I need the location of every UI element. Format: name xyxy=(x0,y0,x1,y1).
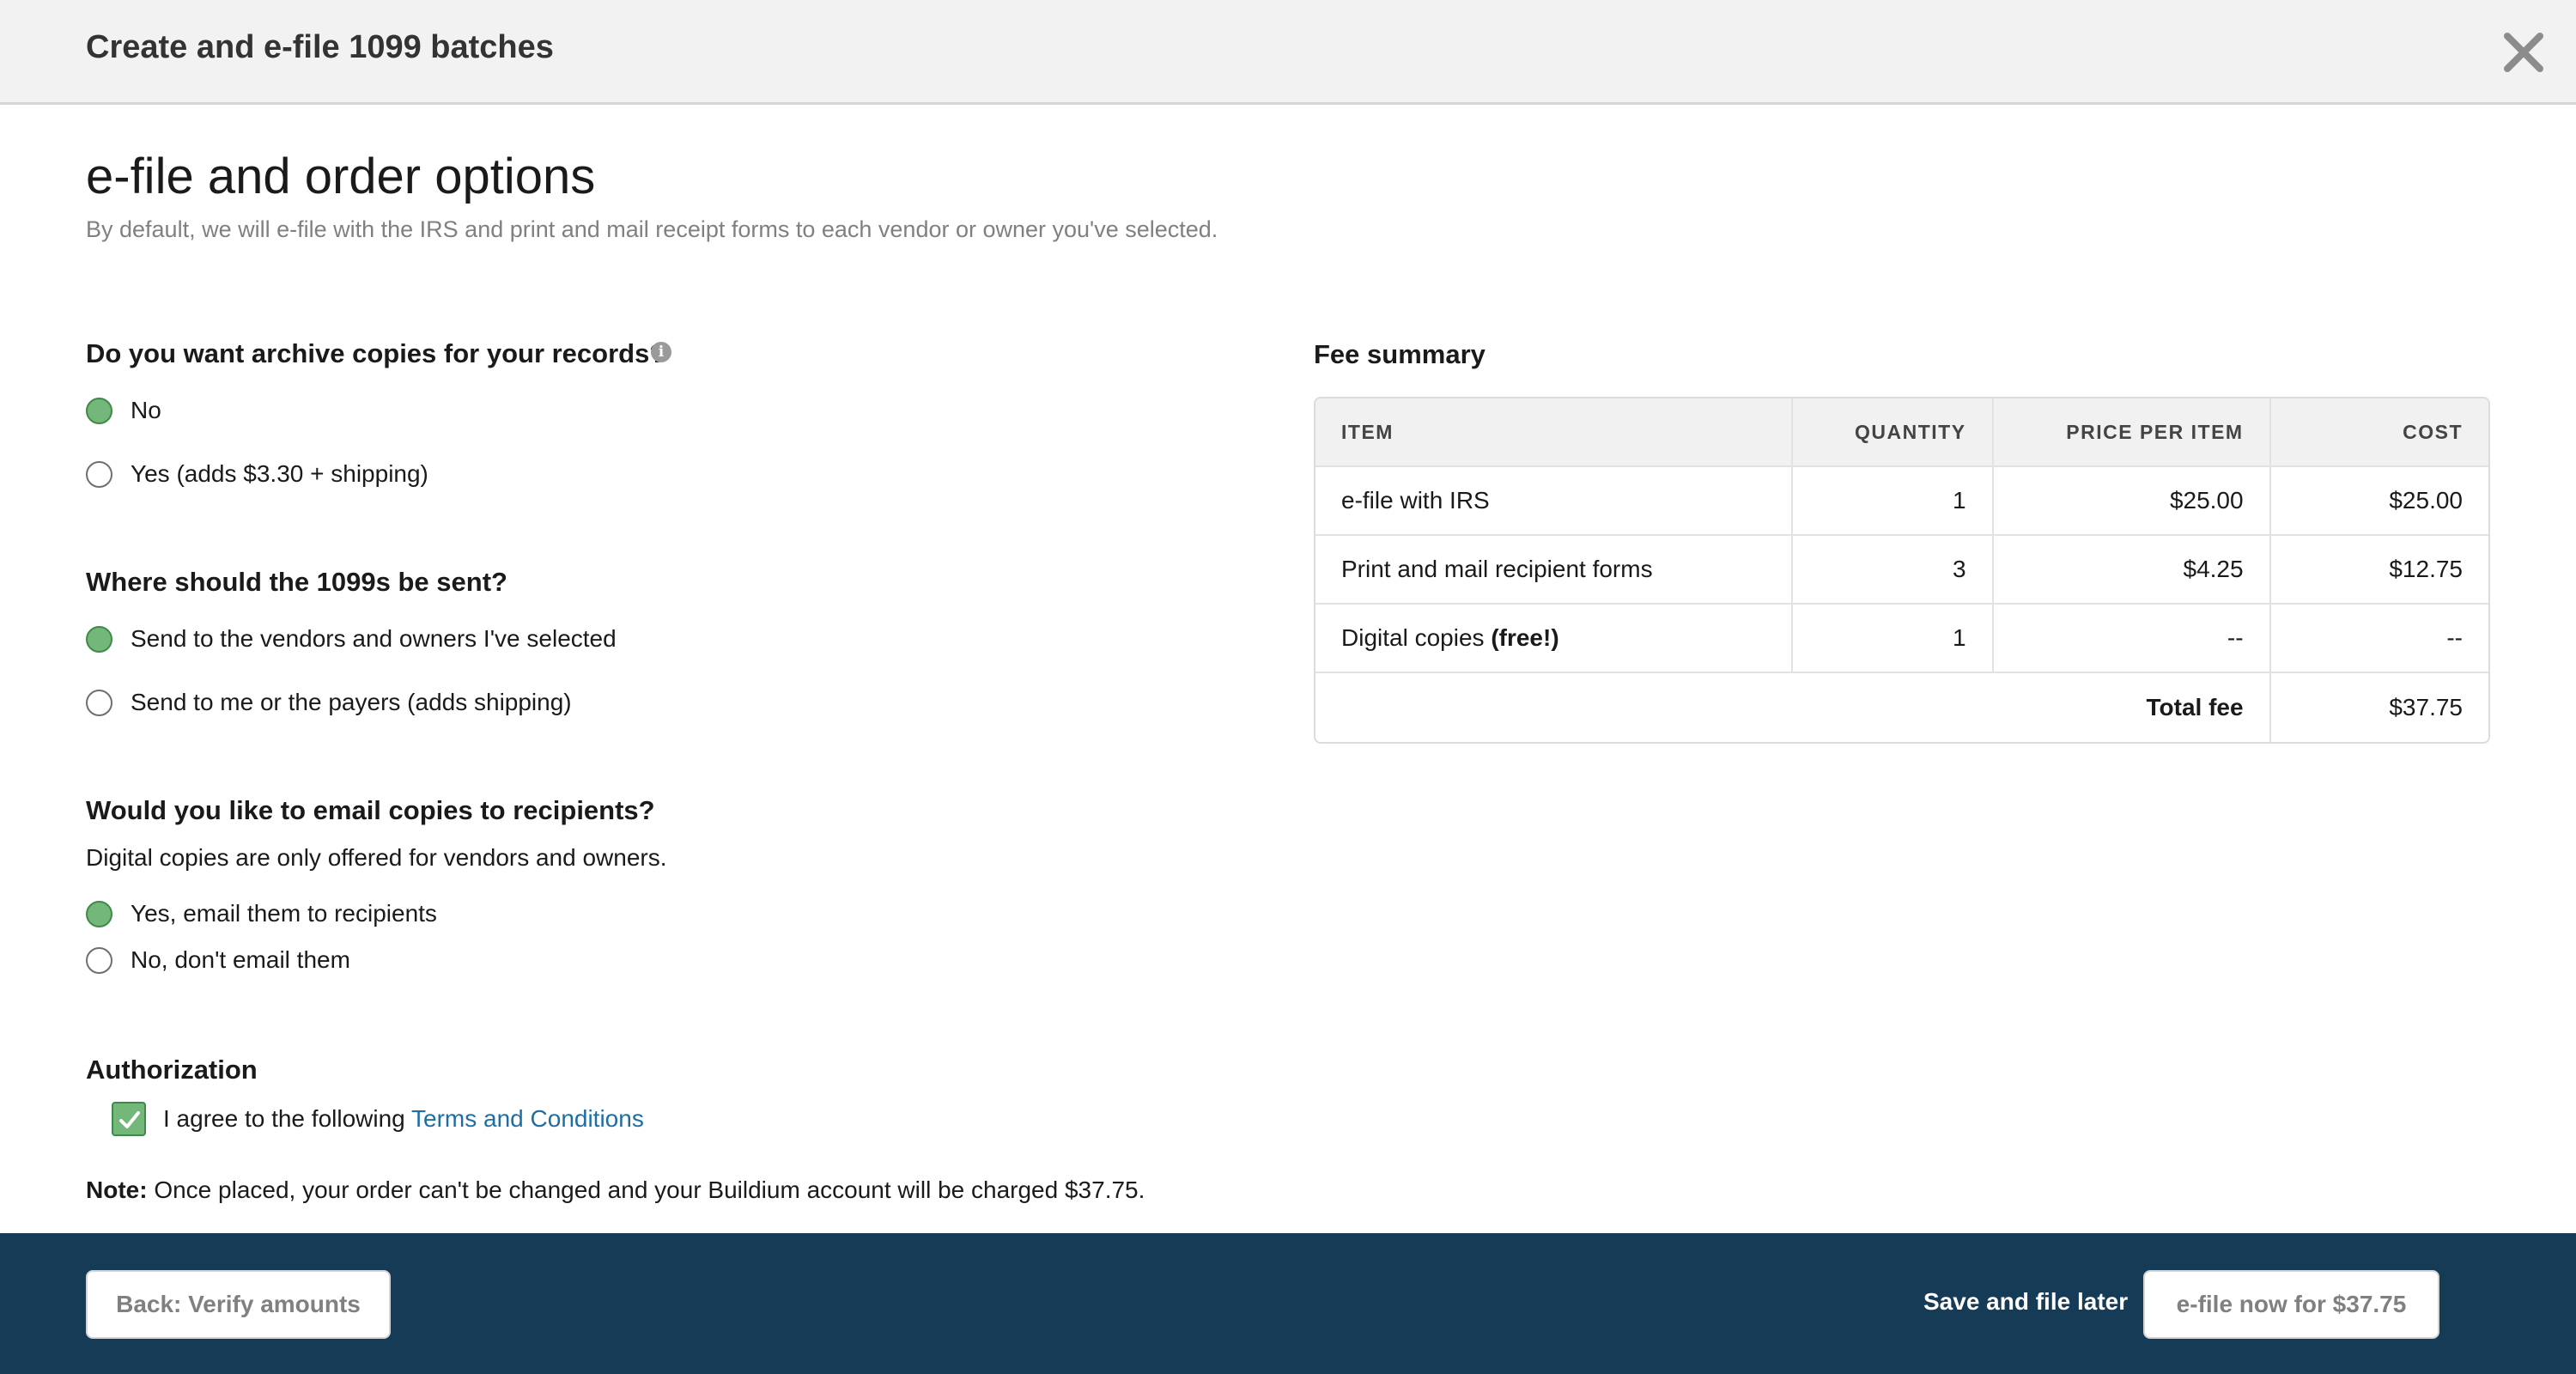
total-row: Total fee $37.75 xyxy=(1315,673,2488,742)
price-cell: $25.00 xyxy=(1993,467,2271,536)
item-cell: e-file with IRS xyxy=(1315,467,1793,536)
radio-unchecked-icon[interactable] xyxy=(86,689,112,716)
terms-label: I agree to the following Terms and Condi… xyxy=(163,1105,644,1133)
table-row: e-file with IRS 1 $25.00 $25.00 xyxy=(1315,467,2488,536)
back-button[interactable]: Back: Verify amounts xyxy=(86,1270,391,1339)
archive-question: Do you want archive copies for your reco… xyxy=(86,338,666,368)
email-question: Would you like to email copies to recipi… xyxy=(86,795,655,825)
modal-footer: Back: Verify amounts Save and file later… xyxy=(0,1233,2576,1374)
delivery-option-payers[interactable]: Send to me or the payers (adds shipping) xyxy=(86,685,572,720)
terms-agree-text: I agree to the following xyxy=(163,1105,405,1132)
radio-unchecked-icon[interactable] xyxy=(86,460,112,488)
radio-label: No xyxy=(131,397,161,423)
price-cell: $4.25 xyxy=(1993,536,2271,605)
cost-cell: $25.00 xyxy=(2270,467,2488,536)
cost-cell: -- xyxy=(2270,605,2488,673)
table-row: Digital copies (free!) 1 -- -- xyxy=(1315,605,2488,673)
modal-title: Create and e-file 1099 batches xyxy=(86,29,554,65)
radio-checked-icon[interactable] xyxy=(86,397,112,424)
total-label: Total fee xyxy=(1315,673,2271,742)
page-title: e-file and order options xyxy=(86,149,596,204)
efile-now-button[interactable]: e-file now for $37.75 xyxy=(2143,1270,2439,1339)
quantity-cell: 1 xyxy=(1792,605,1994,673)
radio-label: Send to the vendors and owners I've sele… xyxy=(131,625,617,652)
radio-unchecked-icon[interactable] xyxy=(86,946,112,974)
item-cell: Print and mail recipient forms xyxy=(1315,536,1793,605)
radio-label: Send to me or the payers (adds shipping) xyxy=(131,689,572,715)
terms-agreement: I agree to the following Terms and Condi… xyxy=(112,1102,644,1136)
checkmark-icon xyxy=(119,1111,140,1128)
item-cell: Digital copies (free!) xyxy=(1315,605,1793,673)
authorization-title: Authorization xyxy=(86,1055,258,1085)
column-header-item: ITEM xyxy=(1315,398,1793,467)
fee-summary-table: ITEM QUANTITY PRICE PER ITEM COST e-file… xyxy=(1314,397,2490,744)
info-icon[interactable]: i xyxy=(651,342,671,362)
fee-summary-title: Fee summary xyxy=(1314,339,1485,369)
radio-label: No, don't email them xyxy=(131,946,350,973)
note-label: Note: xyxy=(86,1176,148,1203)
save-and-file-later-button[interactable]: Save and file later xyxy=(1923,1288,2128,1316)
radio-label: Yes (adds $3.30 + shipping) xyxy=(131,460,428,487)
terms-checkbox[interactable] xyxy=(112,1102,146,1136)
column-header-quantity: QUANTITY xyxy=(1792,398,1994,467)
page-subtitle: By default, we will e-file with the IRS … xyxy=(86,216,1218,242)
delivery-question: Where should the 1099s be sent? xyxy=(86,567,507,597)
total-value: $37.75 xyxy=(2389,694,2463,720)
radio-checked-icon[interactable] xyxy=(86,900,112,927)
email-helper-text: Digital copies are only offered for vend… xyxy=(86,844,667,871)
item-text: Digital copies xyxy=(1341,624,1492,651)
archive-option-yes[interactable]: Yes (adds $3.30 + shipping) xyxy=(86,457,428,491)
cost-cell: $12.75 xyxy=(2270,536,2488,605)
quantity-cell: 3 xyxy=(1792,536,1994,605)
column-header-price: PRICE PER ITEM xyxy=(1993,398,2271,467)
radio-label: Yes, email them to recipients xyxy=(131,900,437,927)
archive-option-no[interactable]: No xyxy=(86,393,161,428)
column-header-cost: COST xyxy=(2270,398,2488,467)
note-text: Once placed, your order can't be changed… xyxy=(154,1176,1145,1203)
table-row: Print and mail recipient forms 3 $4.25 $… xyxy=(1315,536,2488,605)
radio-checked-icon[interactable] xyxy=(86,625,112,653)
modal-header: Create and e-file 1099 batches xyxy=(0,0,2576,105)
free-tag: (free!) xyxy=(1491,624,1559,651)
email-option-no[interactable]: No, don't email them xyxy=(86,943,350,977)
close-icon[interactable] xyxy=(2500,29,2547,76)
order-note: Note: Once placed, your order can't be c… xyxy=(86,1176,1145,1204)
delivery-option-vendors[interactable]: Send to the vendors and owners I've sele… xyxy=(86,622,617,656)
terms-link[interactable]: Terms and Conditions xyxy=(411,1105,644,1132)
email-option-yes[interactable]: Yes, email them to recipients xyxy=(86,897,437,931)
quantity-cell: 1 xyxy=(1792,467,1994,536)
price-cell: -- xyxy=(1993,605,2271,673)
table-header-row: ITEM QUANTITY PRICE PER ITEM COST xyxy=(1315,398,2488,467)
